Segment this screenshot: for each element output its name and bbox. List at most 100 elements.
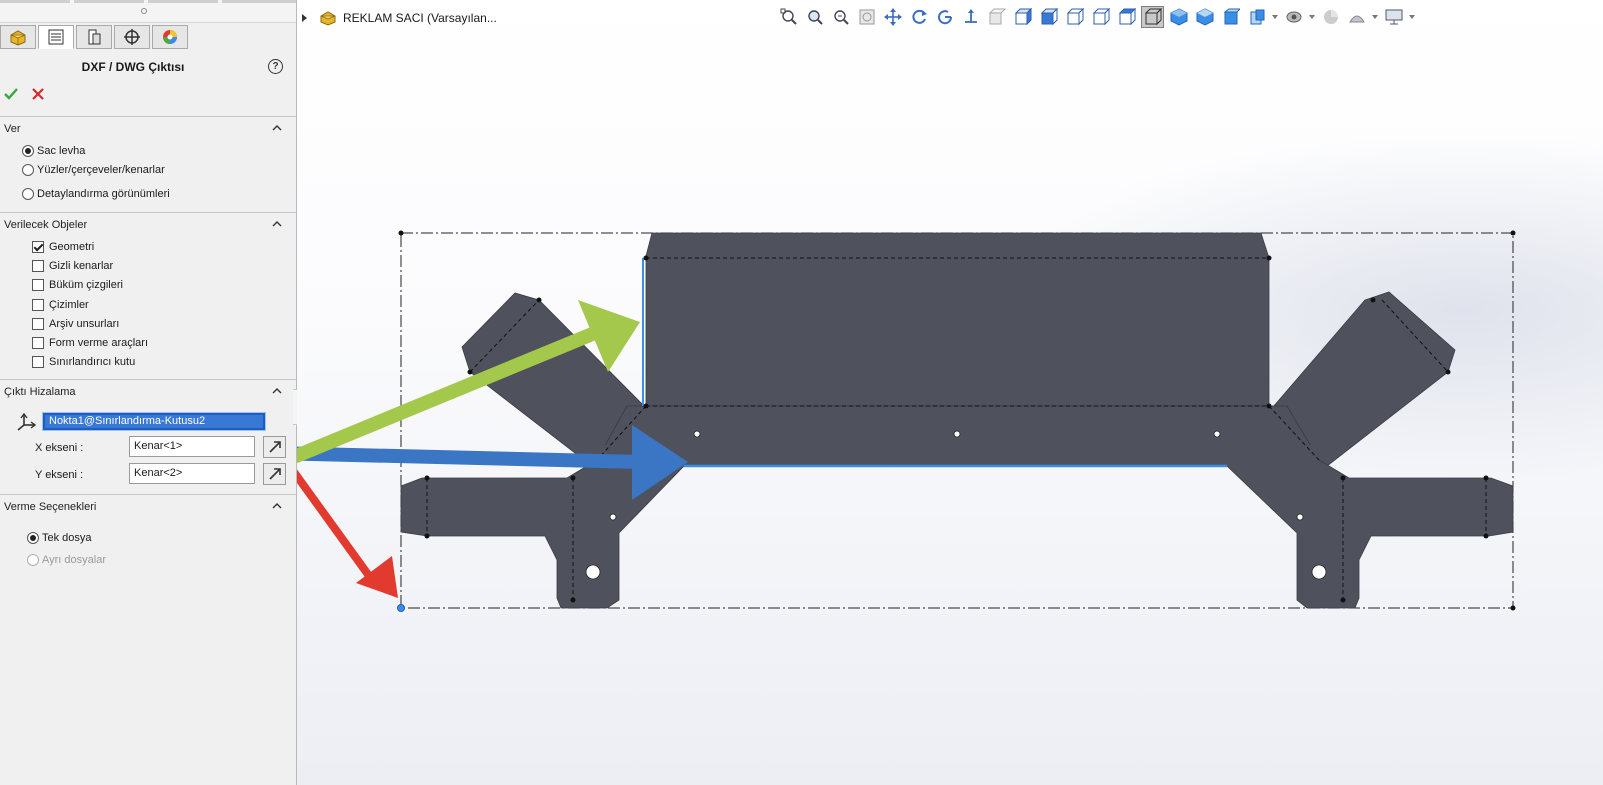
origin-selection-field[interactable]: Nokta1@Sınırlandırma-Kutusu2: [42, 412, 266, 431]
wireframe-icon[interactable]: [1167, 6, 1190, 28]
hidden-lines-visible-icon[interactable]: [1193, 6, 1216, 28]
checkbox-label: Büküm çizgileri: [49, 279, 123, 291]
display-style-dropdown[interactable]: [1271, 6, 1279, 28]
group-export-header[interactable]: Ver: [0, 116, 296, 136]
zoom-to-area-icon[interactable]: [803, 6, 826, 28]
cancel-x-icon[interactable]: [31, 87, 45, 104]
display-manager-icon: [163, 30, 177, 44]
flip-x-axis-button[interactable]: [263, 436, 286, 458]
top-view-icon[interactable]: [1089, 6, 1112, 28]
radio-button[interactable]: [22, 145, 34, 158]
checkbox-library-features[interactable]: Arşiv unsurları: [32, 315, 119, 333]
apply-scene-icon[interactable]: [1345, 6, 1368, 28]
checkbox-geometry[interactable]: Geometri: [32, 238, 94, 256]
tab-feature-manager[interactable]: [0, 25, 36, 49]
scene-dropdown[interactable]: [1371, 6, 1379, 28]
checkbox[interactable]: [32, 241, 44, 254]
group-entities-header[interactable]: Verilecek Objeler: [0, 212, 296, 232]
checkbox-forming-tools[interactable]: Form verme araçları: [32, 334, 148, 352]
group-export-title: Ver: [4, 123, 21, 135]
feature-manager-icon: [10, 30, 26, 46]
hide-show-items-icon[interactable]: [1282, 6, 1305, 28]
checkbox-bounding-box[interactable]: Sınırlandırıcı kutu: [32, 353, 135, 371]
checkbox[interactable]: [32, 337, 44, 350]
flip-y-axis-button[interactable]: [263, 463, 286, 485]
collapse-chevron-icon: [272, 221, 282, 227]
panel-title: DXF / DWG Çıktısı: [81, 60, 185, 74]
x-axis-label: X ekseni :: [35, 442, 84, 454]
roll-icon[interactable]: [933, 6, 956, 28]
radio-label: Ayrı dosyalar: [42, 554, 106, 566]
expand-arrow-icon[interactable]: [302, 14, 307, 22]
group-options-header[interactable]: Verme Seçenekleri: [0, 494, 296, 514]
pan-icon[interactable]: [881, 6, 904, 28]
front-view-icon[interactable]: [985, 6, 1008, 28]
x-axis-field[interactable]: Kenar<1>: [129, 436, 255, 457]
reverse-direction-icon: [268, 468, 281, 480]
panel-top-strip: [0, 0, 296, 23]
dimxpert-icon: [124, 29, 140, 45]
collapse-chevron-icon: [272, 125, 282, 131]
zoom-to-fit-icon[interactable]: [777, 6, 800, 28]
collapse-chevron-icon: [272, 503, 282, 509]
tab-dimxpert-manager[interactable]: [114, 25, 150, 49]
back-view-icon[interactable]: [1011, 6, 1034, 28]
radio-separate-files: Ayrı dosyalar: [27, 551, 106, 569]
group-entities-title: Verilecek Objeler: [4, 219, 88, 231]
splitter-handle-icon[interactable]: [141, 8, 147, 14]
ok-checkmark-icon[interactable]: [3, 87, 19, 104]
checkbox[interactable]: [32, 279, 44, 292]
bottom-view-icon[interactable]: [1115, 6, 1138, 28]
y-axis-field[interactable]: Kenar<2>: [129, 463, 255, 484]
radio-label: Detaylandırma görünümleri: [37, 188, 170, 200]
normal-to-icon[interactable]: [959, 6, 982, 28]
group-options-title: Verme Seçenekleri: [4, 501, 97, 513]
annotation-arrows: [297, 300, 688, 598]
tab-configuration-manager[interactable]: [76, 25, 112, 49]
group-alignment-title: Çıktı Hizalama: [4, 386, 76, 398]
tab-property-manager[interactable]: [38, 25, 74, 49]
radio-button[interactable]: [27, 532, 39, 545]
radio-button[interactable]: [22, 164, 34, 177]
configuration-manager-icon: [88, 29, 101, 45]
radio-label: Yüzler/çerçeveler/kenarlar: [37, 164, 165, 176]
view-settings-icon[interactable]: [1382, 6, 1405, 28]
collapse-chevron-icon: [272, 388, 282, 394]
checkbox-label: Çizimler: [49, 299, 89, 311]
edit-appearance-icon[interactable]: [1319, 6, 1342, 28]
checkbox[interactable]: [32, 299, 44, 312]
zoom-in-out-icon[interactable]: [829, 6, 852, 28]
checkbox-sketches[interactable]: Çizimler: [32, 296, 89, 314]
checkbox-label: Sınırlandırıcı kutu: [49, 356, 136, 368]
checkbox-hidden-edges[interactable]: Gizli kenarlar: [32, 257, 113, 275]
isometric-view-icon[interactable]: [1141, 6, 1164, 28]
checkbox-bend-lines[interactable]: Büküm çizgileri: [32, 276, 123, 294]
help-icon[interactable]: ?: [268, 59, 283, 74]
rotate-icon[interactable]: [907, 6, 930, 28]
feature-tree-header[interactable]: REKLAM SACI (Varsayılan...: [302, 9, 497, 27]
heads-up-view-toolbar: [777, 5, 1416, 29]
radio-annotation-views[interactable]: Detaylandırma görünümleri: [22, 185, 170, 203]
graphics-viewport[interactable]: REKLAM SACI (Varsayılan...: [297, 0, 1603, 785]
left-view-icon[interactable]: [1037, 6, 1060, 28]
radio-faces-loops-edges[interactable]: Yüzler/çerçeveler/kenarlar: [22, 161, 165, 179]
tab-display-manager[interactable]: [152, 25, 188, 49]
checkbox[interactable]: [32, 260, 44, 273]
radio-label: Tek dosya: [42, 532, 92, 544]
shaded-with-edges-icon[interactable]: [1245, 6, 1268, 28]
radio-sheet-metal[interactable]: Sac levha: [22, 142, 85, 160]
hidden-lines-removed-icon[interactable]: [1219, 6, 1242, 28]
hide-show-dropdown[interactable]: [1308, 6, 1316, 28]
checkbox[interactable]: [32, 318, 44, 331]
checkbox-label: Arşiv unsurları: [49, 318, 120, 330]
radio-single-file[interactable]: Tek dosya: [27, 529, 92, 547]
checkbox[interactable]: [32, 356, 44, 369]
right-view-icon[interactable]: [1063, 6, 1086, 28]
view-settings-dropdown[interactable]: [1408, 6, 1416, 28]
zoom-to-selection-icon[interactable]: [855, 6, 878, 28]
property-manager-panel: DXF / DWG Çıktısı ? Ver Sac levha Yüzler…: [0, 0, 297, 785]
manager-tabs: [0, 23, 296, 51]
group-alignment-header[interactable]: Çıktı Hizalama: [0, 379, 296, 399]
checkbox-label: Form verme araçları: [49, 337, 149, 349]
radio-button[interactable]: [22, 188, 34, 201]
